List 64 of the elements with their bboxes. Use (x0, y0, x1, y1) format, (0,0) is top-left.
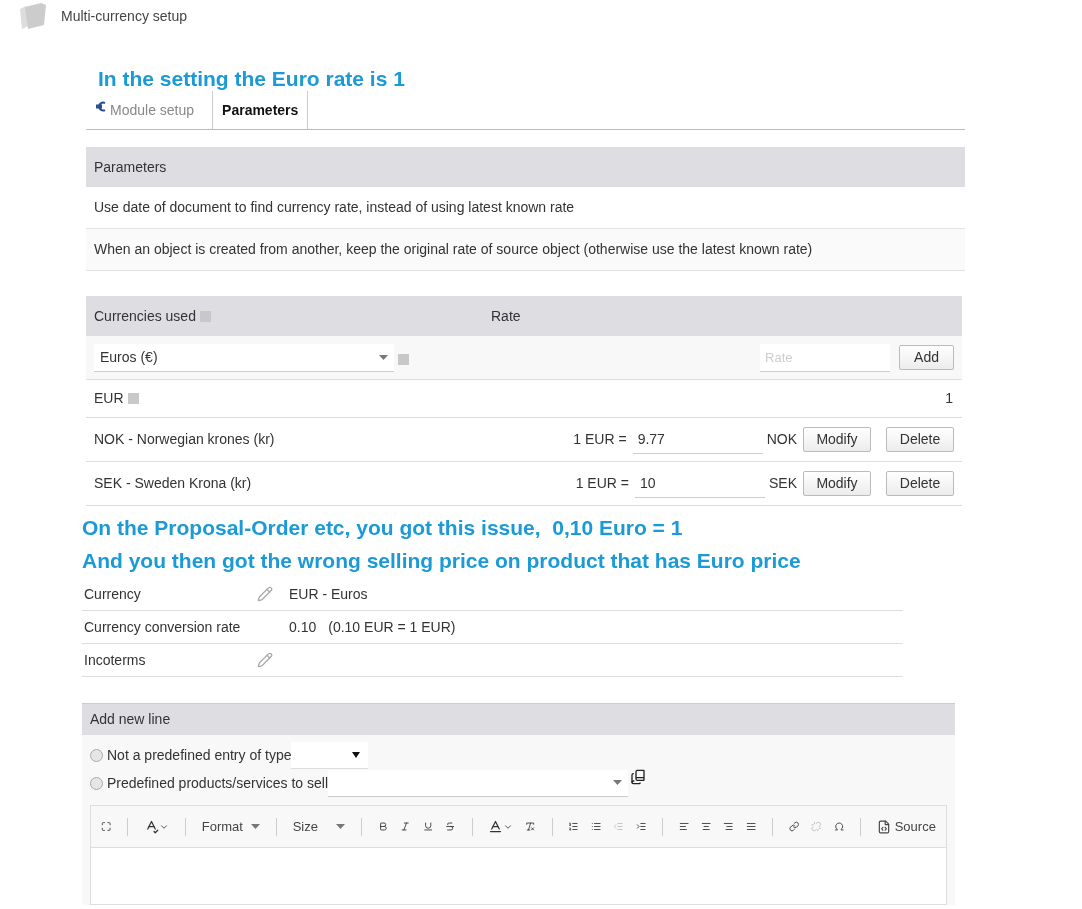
field-value: 0.10 (289, 617, 317, 637)
column-header: Currencies used (94, 306, 196, 326)
tab[interactable]: Module setup (86, 91, 213, 129)
clear-format-icon[interactable] (525, 819, 536, 834)
help-icon (398, 353, 409, 365)
tab[interactable]: Parameters (212, 91, 309, 129)
add-button[interactable]: Add (899, 345, 954, 370)
page-title: Multi-currency setup (61, 6, 188, 26)
modify-button[interactable]: Modify (803, 427, 871, 452)
bold-icon[interactable] (378, 819, 389, 834)
underline-icon[interactable] (422, 819, 434, 834)
modify-button[interactable]: Modify (803, 471, 871, 496)
help-icon (199, 310, 211, 322)
annotation-text: On the Proposal-Order etc, you got this issue, 0,10 Euro = 1 (82, 515, 683, 541)
omega-icon[interactable] (833, 819, 844, 834)
currency-unit: NOK (766, 430, 797, 449)
link-icon[interactable] (788, 819, 800, 834)
parameter-text: Use date of document to find currency rate, instead of using latest known rate (94, 198, 575, 217)
delete-button[interactable]: Delete (886, 471, 954, 496)
field-label: Currency (84, 584, 142, 604)
caret-icon (613, 780, 622, 785)
currency-name: SEK - Sweden Krona (kr) (94, 474, 252, 493)
strikethrough-icon[interactable] (445, 819, 456, 834)
caret-icon (352, 751, 361, 758)
delete-button[interactable]: Delete (886, 427, 954, 452)
currency-code: EUR (94, 389, 124, 408)
field-label: Incoterms (84, 650, 147, 670)
numbered-list-icon[interactable] (568, 819, 579, 834)
field-label: Currency conversion rate (84, 617, 242, 637)
currency-select[interactable]: Euros (€) (94, 343, 394, 372)
table-header: Parameters (86, 147, 965, 187)
field-value: EUR - Euros (289, 584, 368, 604)
italic-icon[interactable] (400, 819, 411, 834)
source-icon (876, 819, 891, 834)
option-label: Not a predefined entry of type (107, 745, 292, 765)
annotation-text: In the setting the Euro rate is 1 (98, 66, 405, 92)
currency-unit: SEK (769, 474, 797, 493)
column-header: Rate (491, 306, 521, 326)
text-color-icon[interactable] (488, 819, 504, 834)
spellcheck-icon[interactable] (144, 819, 160, 834)
radio-button[interactable] (90, 748, 103, 762)
caret-icon (336, 824, 346, 829)
maximize-icon[interactable] (101, 819, 112, 834)
panel-header: Add new line (82, 704, 955, 735)
size-dropdown[interactable]: Size (292, 816, 346, 837)
format-dropdown[interactable]: Format (201, 816, 260, 837)
annotation-text: And you then got the wrong selling price on product that has Euro price (82, 548, 801, 574)
option-label: Predefined products/services to sell (107, 773, 328, 793)
folder-icon (18, 1, 48, 31)
currency-name: NOK - Norwegian krones (kr) (94, 430, 275, 449)
rate-value: 1 (945, 389, 953, 408)
euro-icon (95, 101, 106, 112)
parameter-text: When an object is created from another, keep the original rate of source object (otherwise use the latest known rate) (94, 240, 813, 259)
help-icon (127, 393, 139, 404)
rate-prefix: 1 EUR = (573, 430, 627, 449)
rate-input[interactable]: 10 (635, 469, 765, 498)
rate-prefix: 1 EUR = (575, 474, 629, 493)
caret-icon (250, 824, 260, 829)
field-note: (0.10 EUR = 1 EUR) (328, 617, 456, 637)
radio-button[interactable] (90, 776, 103, 790)
source-button[interactable]: Source (876, 816, 936, 837)
books-icon[interactable] (630, 769, 646, 785)
caret-icon (379, 354, 388, 360)
rate-input[interactable]: 9.77 (632, 425, 763, 454)
